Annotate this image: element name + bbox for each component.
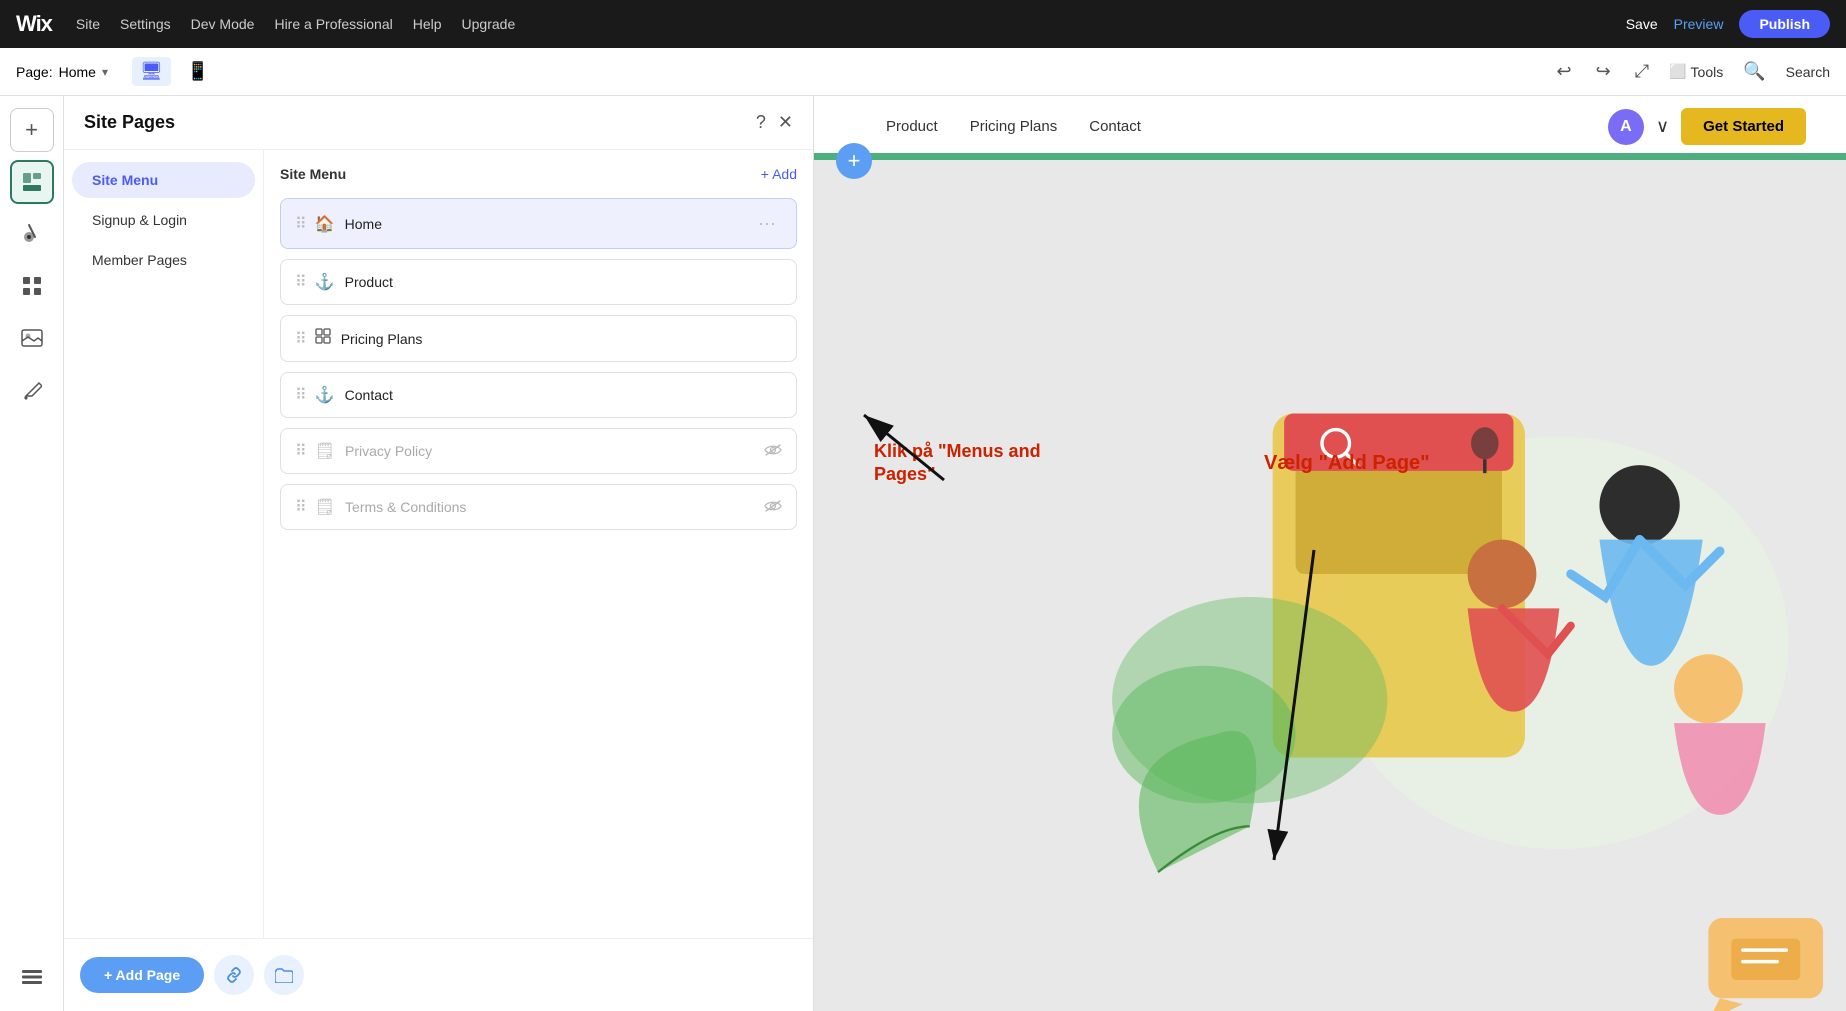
add-folder-button[interactable] — [264, 955, 304, 995]
main-layout: + — [0, 96, 1846, 1011]
site-menu-nav-item[interactable]: Site Menu — [72, 162, 255, 198]
upgrade-link[interactable]: Upgrade — [462, 16, 516, 32]
apps-button[interactable] — [10, 264, 54, 308]
view-modes: 🖥 📱 — [132, 57, 217, 86]
panel-right: Site Menu + Add ⠿ 🏠 Home ··· ⠿ ⚓ Product — [264, 150, 813, 938]
tools-label: Tools — [1691, 64, 1724, 80]
page-name: Home — [59, 64, 96, 80]
page-name-product: Product — [345, 274, 782, 290]
green-accent-bar — [814, 153, 1846, 157]
panel-left-nav: Site Menu Signup & Login Member Pages — [64, 150, 264, 938]
nav-chevron-icon: ∨ — [1656, 116, 1669, 137]
page-label: Page: — [16, 64, 53, 80]
close-icon-button[interactable]: ✕ — [778, 112, 793, 133]
drag-handle-icon: ⠿ — [295, 329, 307, 349]
fit-to-screen-button[interactable]: ⤢ — [1631, 57, 1653, 86]
page-item-pricing-plans[interactable]: ⠿ Pricing Plans — [280, 315, 797, 362]
home-page-icon: 🏠 — [315, 214, 335, 234]
second-bar-right: ↩ ↪ ⤢ ⬜ Tools 🔍 Search — [1553, 57, 1831, 86]
panel-title: Site Pages — [84, 112, 175, 133]
website-nav-contact[interactable]: Contact — [1089, 118, 1141, 135]
page-item-privacy-policy[interactable]: ⠿ 🗒 Privacy Policy — [280, 428, 797, 474]
section-title: Site Menu — [280, 166, 346, 182]
page-name-contact: Contact — [345, 387, 782, 403]
illustration — [814, 160, 1846, 1011]
hidden-icon-terms — [764, 499, 782, 516]
add-page-link-button[interactable]: + Add — [761, 166, 797, 182]
add-link-button[interactable] — [214, 955, 254, 995]
mobile-view-button[interactable]: 📱 — [179, 57, 217, 86]
pricing-plans-page-icon — [315, 328, 331, 349]
settings-menu-item[interactable]: Settings — [120, 16, 171, 32]
second-bar: Page: Home ▾ 🖥 📱 ↩ ↪ ⤢ ⬜ Tools 🔍 Search — [0, 48, 1846, 96]
website-nav-pricing[interactable]: Pricing Plans — [970, 118, 1058, 135]
help-icon-button[interactable]: ? — [756, 112, 766, 133]
tools-button[interactable]: ⬜ Tools — [1669, 63, 1723, 80]
top-bar-right: Save Preview Publish — [1626, 10, 1830, 38]
design-button[interactable] — [10, 212, 54, 256]
privacy-policy-page-icon: 🗒 — [315, 441, 335, 461]
website-nav-right: A ∨ Get Started — [1608, 108, 1806, 145]
drag-handle-icon: ⠿ — [295, 214, 307, 234]
add-page-circle-button[interactable]: + — [836, 143, 872, 179]
get-started-button[interactable]: Get Started — [1681, 108, 1806, 145]
hidden-icon — [764, 443, 782, 460]
drag-handle-icon: ⠿ — [295, 272, 307, 292]
search-icon-button[interactable]: 🔍 — [1739, 57, 1769, 86]
page-menu-button-home[interactable]: ··· — [752, 211, 782, 236]
page-name-pricing-plans: Pricing Plans — [341, 331, 782, 347]
help-menu-item[interactable]: Help — [413, 16, 442, 32]
product-page-icon: ⚓ — [315, 272, 335, 292]
undo-button[interactable]: ↩ — [1553, 57, 1576, 86]
canvas-content: Klik på "Menus and Pages" — [814, 160, 1846, 1011]
panel-body: Site Menu Signup & Login Member Pages Si… — [64, 150, 813, 938]
page-item-contact[interactable]: ⠿ ⚓ Contact — [280, 372, 797, 418]
terms-conditions-page-icon: 🗒 — [315, 497, 335, 517]
search-label[interactable]: Search — [1786, 64, 1830, 80]
page-name-terms-conditions: Terms & Conditions — [345, 499, 764, 515]
member-pages-nav-item[interactable]: Member Pages — [72, 242, 255, 278]
left-sidebar: + — [0, 96, 64, 1011]
site-pages-panel: Site Pages ? ✕ Site Menu Signup & Login … — [64, 96, 814, 1011]
drag-handle-icon: ⠿ — [295, 441, 307, 461]
page-selector[interactable]: Page: Home ▾ — [16, 64, 108, 80]
hire-professional-menu-item[interactable]: Hire a Professional — [274, 16, 392, 32]
add-elements-button[interactable]: + — [10, 108, 54, 152]
drag-handle-icon: ⠿ — [295, 385, 307, 405]
panel-right-header: Site Menu + Add — [280, 166, 797, 182]
contact-page-icon: ⚓ — [315, 385, 335, 405]
canvas-area: + Product Pricing Plans Contact A ∨ Get … — [814, 96, 1846, 1011]
publish-button[interactable]: Publish — [1739, 10, 1830, 38]
add-page-button[interactable]: + Add Page — [80, 957, 204, 993]
media-button[interactable] — [10, 316, 54, 360]
signup-login-nav-item[interactable]: Signup & Login — [72, 202, 255, 238]
top-bar-nav: Site Settings Dev Mode Hire a Profession… — [76, 16, 515, 32]
pen-button[interactable] — [10, 368, 54, 412]
dev-mode-menu-item[interactable]: Dev Mode — [191, 16, 255, 32]
panel-header: Site Pages ? ✕ — [64, 96, 813, 150]
save-button[interactable]: Save — [1626, 16, 1658, 32]
page-name-home: Home — [345, 216, 752, 232]
page-item-product[interactable]: ⠿ ⚓ Product — [280, 259, 797, 305]
panel-header-icons: ? ✕ — [756, 112, 793, 133]
redo-button[interactable]: ↪ — [1592, 57, 1615, 86]
drag-handle-icon: ⠿ — [295, 497, 307, 517]
page-item-terms-conditions[interactable]: ⠿ 🗒 Terms & Conditions — [280, 484, 797, 530]
desktop-view-button[interactable]: 🖥 — [132, 57, 171, 86]
panel-bottom: + Add Page — [64, 938, 813, 1011]
preview-button[interactable]: Preview — [1674, 16, 1724, 32]
chevron-down-icon: ▾ — [102, 65, 108, 79]
tools-icon: ⬜ — [1669, 63, 1686, 80]
pages-button[interactable] — [10, 160, 54, 204]
site-menu-item[interactable]: Site — [76, 16, 100, 32]
page-item-home[interactable]: ⠿ 🏠 Home ··· — [280, 198, 797, 249]
avatar: A — [1608, 109, 1644, 145]
top-bar: Wix Site Settings Dev Mode Hire a Profes… — [0, 0, 1846, 48]
sidebar-bottom — [10, 955, 54, 999]
wix-logo: Wix — [16, 11, 52, 37]
website-nav-product[interactable]: Product — [886, 118, 938, 135]
website-nav: + Product Pricing Plans Contact A ∨ Get … — [814, 96, 1846, 160]
page-name-privacy-policy: Privacy Policy — [345, 443, 764, 459]
layers-button[interactable] — [10, 955, 54, 999]
